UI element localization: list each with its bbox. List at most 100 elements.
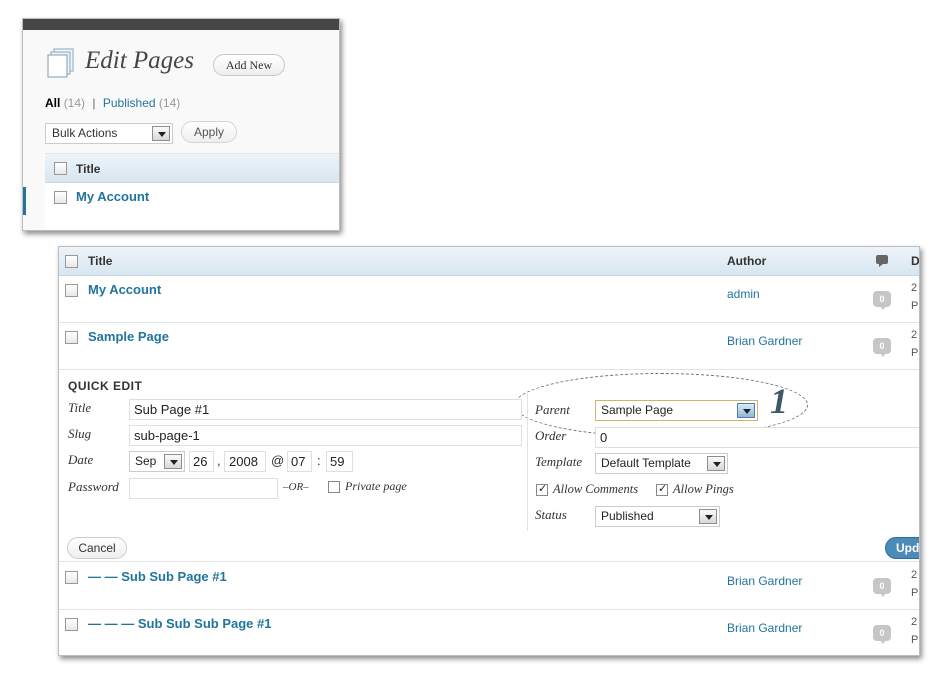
comment-count-badge[interactable]: 0 — [873, 578, 891, 597]
month-select[interactable]: Sep — [129, 451, 185, 472]
order-label: Order — [535, 428, 567, 443]
date-status: P — [911, 634, 919, 646]
date-status: P — [911, 347, 919, 359]
hour-input[interactable]: 07 — [287, 451, 312, 472]
date-line: 2 — [911, 569, 918, 581]
comment-count-badge[interactable]: 0 — [873, 338, 891, 357]
row-checkbox[interactable] — [54, 191, 67, 204]
date-status: P — [911, 300, 919, 312]
month-value: Sep — [135, 454, 157, 468]
select-all-checkbox[interactable] — [65, 255, 78, 268]
allow-pings-checkbox[interactable] — [656, 482, 668, 496]
comment-count-badge[interactable]: 0 — [873, 625, 891, 644]
parent-select[interactable]: Sample Page — [595, 400, 758, 421]
quick-edit-heading: QUICK EDIT — [68, 379, 143, 393]
allow-pings-label: Allow Pings — [673, 482, 734, 496]
author-link[interactable]: Brian Gardner — [727, 334, 802, 348]
date-line: 2 — [911, 329, 918, 341]
day-input[interactable]: 26 — [189, 451, 214, 472]
pages-icon — [47, 48, 74, 78]
column-date[interactable]: D — [911, 254, 919, 268]
column-divider — [527, 392, 528, 531]
table-row: Sample Page Brian Gardner 0 2 P — [59, 323, 919, 370]
template-select[interactable]: Default Template — [595, 453, 728, 474]
or-text: –OR– — [283, 481, 309, 493]
page-title-link[interactable]: — — Sub Sub Page #1 — [88, 569, 227, 584]
date-status: P — [911, 587, 919, 599]
status-filters: All (14) | Published (14) — [45, 96, 180, 110]
filter-published[interactable]: Published — [103, 96, 156, 110]
slug-label: Slug — [68, 426, 92, 441]
row-checkbox[interactable] — [65, 331, 78, 344]
slug-input[interactable]: sub-page-1 — [129, 425, 522, 446]
table-header: Title — [45, 153, 339, 183]
order-input[interactable]: 0 — [595, 427, 919, 448]
row-checkbox[interactable] — [65, 571, 78, 584]
row-checkbox[interactable] — [65, 284, 78, 297]
template-value: Default Template — [601, 456, 691, 470]
date-label: Date — [68, 452, 94, 467]
apply-button[interactable]: Apply — [181, 121, 237, 143]
page-title-link[interactable]: My Account — [88, 282, 161, 297]
page-title-link[interactable]: Sample Page — [88, 329, 169, 344]
date-at: @ — [271, 453, 285, 468]
private-page-label: Private page — [345, 479, 407, 493]
edit-pages-panel: Edit Pages Add New All (14) | Published … — [22, 18, 340, 231]
bulk-actions-select[interactable]: Bulk Actions — [45, 123, 173, 144]
status-select[interactable]: Published — [595, 506, 720, 527]
table-row: — — — Sub Sub Sub Page #1 Brian Gardner … — [59, 610, 919, 655]
table-header: Title Author D — [59, 247, 919, 276]
filter-all-count: (14) — [63, 96, 86, 110]
table-row: My Account — [45, 183, 339, 230]
admin-header-bar — [23, 19, 339, 30]
annotation-number: 1 — [770, 381, 788, 421]
quick-edit-form: 1 QUICK EDIT Title Sub Page #1 Slug sub-… — [59, 370, 919, 562]
filter-published-count: (14) — [158, 96, 181, 110]
admin-menu-edge — [23, 187, 26, 215]
comment-count-badge[interactable]: 0 — [873, 291, 891, 310]
page-title-link[interactable]: — — — Sub Sub Sub Page #1 — [88, 616, 271, 631]
parent-label: Parent — [535, 402, 570, 417]
title-input[interactable]: Sub Page #1 — [129, 399, 522, 420]
minute-input[interactable]: 59 — [326, 451, 353, 472]
table-row: My Account admin 0 2 P — [59, 276, 919, 323]
table-row: — — Sub Sub Page #1 Brian Gardner 0 2 P — [59, 563, 919, 610]
dropdown-arrow-icon — [152, 126, 170, 141]
row-checkbox[interactable] — [65, 618, 78, 631]
date-comma: , — [217, 453, 221, 468]
column-title[interactable]: Title — [76, 162, 100, 176]
comment-bubble-icon[interactable] — [875, 254, 889, 268]
update-button[interactable]: Upd — [885, 537, 919, 559]
author-link[interactable]: Brian Gardner — [727, 574, 802, 588]
password-label: Password — [68, 479, 119, 494]
allow-comments-label: Allow Comments — [553, 482, 639, 496]
private-page-checkbox[interactable] — [328, 481, 340, 493]
page-title-link[interactable]: My Account — [76, 189, 149, 204]
status-label: Status — [535, 507, 567, 522]
select-all-checkbox[interactable] — [54, 162, 67, 175]
parent-value: Sample Page — [601, 403, 674, 417]
title-label: Title — [68, 400, 92, 415]
dropdown-arrow-icon — [737, 403, 755, 418]
date-line: 2 — [911, 616, 918, 628]
status-value: Published — [601, 509, 654, 523]
dropdown-arrow-icon — [164, 454, 182, 469]
author-link[interactable]: Brian Gardner — [727, 621, 802, 635]
add-new-button[interactable]: Add New — [213, 54, 285, 76]
dropdown-arrow-icon — [699, 509, 717, 524]
time-colon: : — [317, 453, 321, 468]
bulk-actions-value: Bulk Actions — [52, 126, 118, 140]
dropdown-arrow-icon — [707, 456, 725, 471]
column-author[interactable]: Author — [727, 254, 766, 268]
cancel-button[interactable]: Cancel — [67, 537, 127, 559]
date-line: 2 — [911, 282, 918, 294]
password-input[interactable] — [129, 478, 278, 499]
year-input[interactable]: 2008 — [224, 451, 266, 472]
author-link[interactable]: admin — [727, 287, 760, 301]
filter-all[interactable]: All — [45, 96, 60, 110]
page-title: Edit Pages — [85, 47, 195, 74]
pages-list-panel: Title Author D My Account admin 0 2 P Sa… — [58, 246, 920, 656]
template-label: Template — [535, 454, 583, 469]
allow-comments-checkbox[interactable] — [536, 482, 548, 496]
column-title[interactable]: Title — [88, 254, 112, 268]
